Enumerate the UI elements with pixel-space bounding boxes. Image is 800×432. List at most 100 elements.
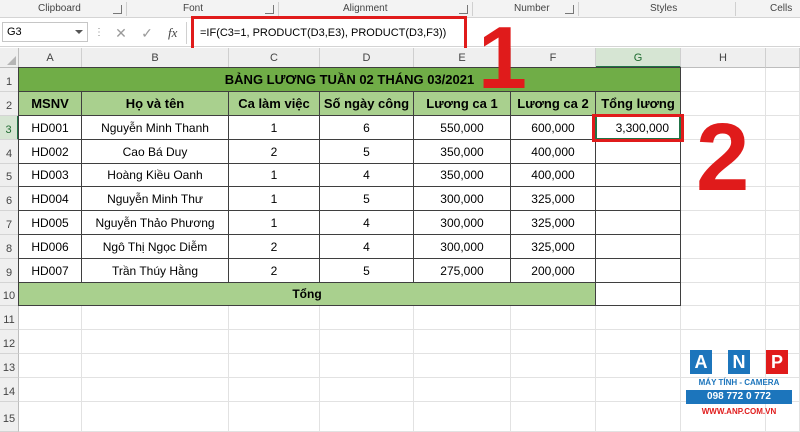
table-header-cell[interactable]: Ca làm việc <box>228 91 320 116</box>
row-header-10[interactable]: 10 <box>0 283 19 306</box>
table-cell[interactable]: 400,000 <box>510 163 596 187</box>
table-cell[interactable]: 2 <box>228 139 320 164</box>
check-icon[interactable]: ✓ <box>138 24 156 42</box>
table-cell[interactable]: HD006 <box>18 234 82 259</box>
column-header-a[interactable]: A <box>19 48 82 68</box>
row-header-15[interactable]: 15 <box>0 402 19 432</box>
table-cell[interactable] <box>595 258 681 283</box>
row-header-1[interactable]: 1 <box>0 68 19 92</box>
table-header-cell[interactable]: MSNV <box>18 91 82 116</box>
table-cell[interactable]: HD007 <box>18 258 82 283</box>
total-value-cell[interactable] <box>595 282 681 306</box>
column-header-c[interactable]: C <box>229 48 320 68</box>
row-header-7[interactable]: 7 <box>0 211 19 235</box>
table-cell[interactable]: 600,000 <box>510 115 596 140</box>
row-header-9[interactable]: 9 <box>0 259 19 283</box>
table-cell[interactable]: Cao Bá Duy <box>81 139 229 164</box>
table-cell[interactable]: HD004 <box>18 186 82 211</box>
table-cell[interactable]: 5 <box>319 258 414 283</box>
table-cell[interactable]: 350,000 <box>413 163 511 187</box>
table-cell[interactable] <box>595 163 681 187</box>
table-cell[interactable]: 1 <box>228 186 320 211</box>
table-cell[interactable]: 5 <box>319 186 414 211</box>
row-header-6[interactable]: 6 <box>0 187 19 211</box>
table-cell[interactable]: 2 <box>228 234 320 259</box>
table-cell[interactable]: 4 <box>319 234 414 259</box>
gridline-horizontal <box>19 401 800 402</box>
alignment-launcher-icon[interactable] <box>459 5 468 14</box>
row-header-14[interactable]: 14 <box>0 378 19 402</box>
table-cell[interactable]: 275,000 <box>413 258 511 283</box>
table-cell[interactable]: 325,000 <box>510 234 596 259</box>
row-header-3[interactable]: 3 <box>0 116 19 140</box>
table-header-cell[interactable]: Số ngày công <box>319 91 414 116</box>
logo-letter-p: P <box>766 350 788 374</box>
table-cell[interactable]: 350,000 <box>413 139 511 164</box>
table-cell[interactable]: 1 <box>228 210 320 235</box>
ribbon-group-styles: Styles <box>650 3 678 14</box>
ribbon-separator <box>735 2 736 16</box>
select-all-button[interactable] <box>0 48 19 68</box>
result-callout <box>592 114 684 142</box>
table-cell[interactable]: 1 <box>228 163 320 187</box>
table-cell[interactable]: 550,000 <box>413 115 511 140</box>
column-header-g[interactable]: G <box>596 48 681 68</box>
table-cell[interactable]: 200,000 <box>510 258 596 283</box>
table-cell[interactable]: 325,000 <box>510 210 596 235</box>
column-header-d[interactable]: D <box>320 48 414 68</box>
step-number-2: 2 <box>696 104 750 211</box>
column-header-h[interactable]: H <box>681 48 766 68</box>
table-title[interactable]: BẢNG LƯƠNG TUẦN 02 THÁNG 03/2021 <box>18 67 681 92</box>
row-header-13[interactable]: 13 <box>0 354 19 378</box>
font-launcher-icon[interactable] <box>265 5 274 14</box>
table-cell[interactable]: 300,000 <box>413 234 511 259</box>
table-cell[interactable]: 1 <box>228 115 320 140</box>
more-icon[interactable]: ⋮ <box>94 27 104 38</box>
table-cell[interactable]: 4 <box>319 163 414 187</box>
table-cell[interactable]: HD002 <box>18 139 82 164</box>
insert-function-icon[interactable]: fx <box>168 25 177 41</box>
table-header-cell[interactable]: Tổng lương <box>595 91 681 116</box>
clipboard-launcher-icon[interactable] <box>113 5 122 14</box>
table-cell[interactable] <box>595 210 681 235</box>
table-header-cell[interactable]: Họ và tên <box>81 91 229 116</box>
table-cell[interactable]: Ngô Thị Ngọc Diễm <box>81 234 229 259</box>
table-cell[interactable]: 2 <box>228 258 320 283</box>
table-cell[interactable]: Nguyễn Minh Thanh <box>81 115 229 140</box>
table-cell[interactable]: Nguyễn Minh Thư <box>81 186 229 211</box>
table-cell[interactable]: HD003 <box>18 163 82 187</box>
table-cell[interactable]: HD001 <box>18 115 82 140</box>
row-header-11[interactable]: 11 <box>0 306 19 330</box>
table-cell[interactable]: 6 <box>319 115 414 140</box>
chevron-down-icon[interactable] <box>75 30 83 34</box>
table-cell[interactable]: Nguyễn Thảo Phương <box>81 210 229 235</box>
table-cell[interactable]: 300,000 <box>413 210 511 235</box>
name-box-value: G3 <box>7 26 22 38</box>
table-cell[interactable]: 300,000 <box>413 186 511 211</box>
ribbon-separator <box>126 2 127 16</box>
row-header-8[interactable]: 8 <box>0 235 19 259</box>
table-cell[interactable]: 4 <box>319 210 414 235</box>
number-launcher-icon[interactable] <box>565 5 574 14</box>
table-cell[interactable]: HD005 <box>18 210 82 235</box>
column-header-b[interactable]: B <box>82 48 229 68</box>
row-header-12[interactable]: 12 <box>0 330 19 354</box>
row-header-4[interactable]: 4 <box>0 140 19 164</box>
table-cell[interactable]: Trần Thúy Hằng <box>81 258 229 283</box>
table-cell[interactable] <box>595 186 681 211</box>
total-row-label[interactable]: Tổng <box>18 282 596 306</box>
gridline-horizontal <box>19 329 800 330</box>
table-cell[interactable]: 5 <box>319 139 414 164</box>
row-header-5[interactable]: 5 <box>0 164 19 187</box>
table-cell[interactable]: Hoàng Kiều Oanh <box>81 163 229 187</box>
table-cell[interactable]: 325,000 <box>510 186 596 211</box>
column-header-next[interactable] <box>766 48 800 68</box>
table-cell[interactable] <box>595 139 681 164</box>
step-number-1: 1 <box>478 8 527 107</box>
table-cell[interactable] <box>595 234 681 259</box>
close-icon[interactable]: ✕ <box>112 24 130 42</box>
row-header-2[interactable]: 2 <box>0 92 19 116</box>
logo-website: WWW.ANP.COM.VN <box>701 407 777 416</box>
table-cell[interactable]: 400,000 <box>510 139 596 164</box>
name-box[interactable]: G3 <box>2 22 88 42</box>
